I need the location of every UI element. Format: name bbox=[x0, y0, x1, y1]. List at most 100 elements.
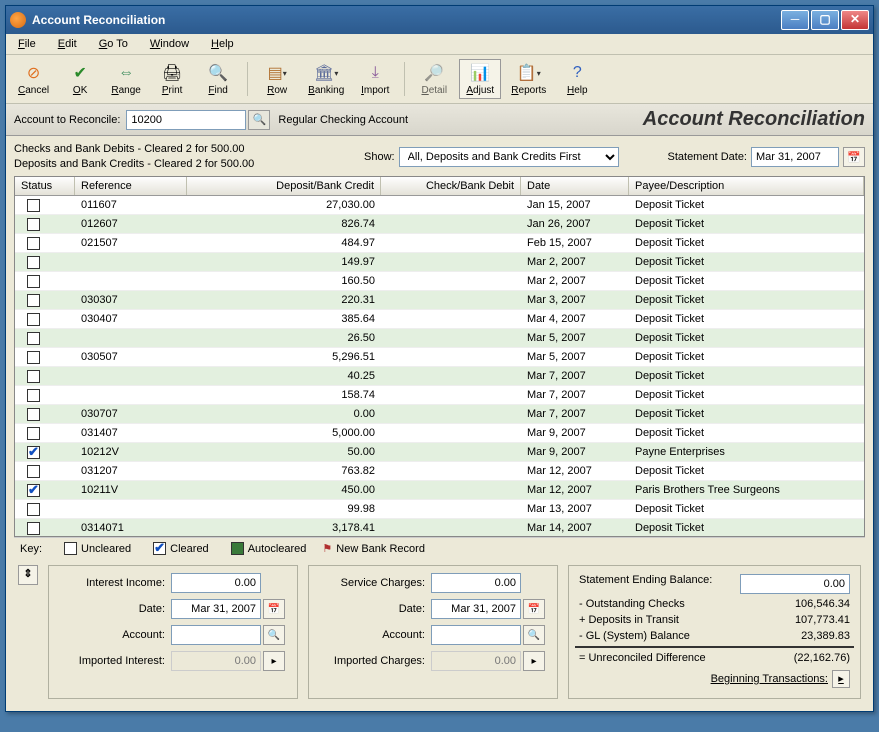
status-checkbox[interactable] bbox=[27, 446, 40, 459]
account-input[interactable] bbox=[126, 110, 246, 130]
interest-account-lookup-button[interactable]: 🔍 bbox=[263, 625, 285, 645]
table-row[interactable]: 030307220.31Mar 3, 2007Deposit Ticket bbox=[15, 291, 864, 310]
table-row[interactable]: 012607826.74Jan 26, 2007Deposit Ticket bbox=[15, 215, 864, 234]
close-button[interactable]: ✕ bbox=[841, 10, 869, 30]
reports-button[interactable]: 📋Reports bbox=[505, 60, 552, 98]
key-autocleared: Autocleared bbox=[248, 543, 307, 555]
status-checkbox[interactable] bbox=[27, 503, 40, 516]
minimize-button[interactable]: ─ bbox=[781, 10, 809, 30]
status-checkbox[interactable] bbox=[27, 427, 40, 440]
service-charges-input[interactable] bbox=[431, 573, 521, 593]
col-deposit[interactable]: Deposit/Bank Credit bbox=[187, 177, 381, 195]
status-checkbox[interactable] bbox=[27, 484, 40, 497]
charges-date-cal-button[interactable]: 📅 bbox=[523, 599, 545, 619]
col-date[interactable]: Date bbox=[521, 177, 629, 195]
cell-payee: Deposit Ticket bbox=[629, 502, 864, 516]
table-row[interactable]: 0307070.00Mar 7, 2007Deposit Ticket bbox=[15, 405, 864, 424]
table-row[interactable]: 021507484.97Feb 15, 2007Deposit Ticket bbox=[15, 234, 864, 253]
calendar-icon: 📅 bbox=[847, 151, 861, 164]
status-checkbox[interactable] bbox=[27, 313, 40, 326]
cancel-button[interactable]: ⊘Cancel bbox=[12, 60, 55, 98]
import-button[interactable]: ⤓Import bbox=[354, 60, 396, 98]
interest-date-input[interactable] bbox=[171, 599, 261, 619]
help-button[interactable]: ?Help bbox=[556, 60, 598, 98]
row-button[interactable]: ▤Row bbox=[256, 60, 298, 98]
status-checkbox[interactable] bbox=[27, 256, 40, 269]
col-reference[interactable]: Reference bbox=[75, 177, 187, 195]
imported-charges-label: Imported Charges: bbox=[315, 655, 431, 667]
account-name: Regular Checking Account bbox=[278, 114, 408, 126]
table-row[interactable]: 149.97Mar 2, 2007Deposit Ticket bbox=[15, 253, 864, 272]
table-row[interactable]: 26.50Mar 5, 2007Deposit Ticket bbox=[15, 329, 864, 348]
menu-help[interactable]: Help bbox=[207, 36, 238, 52]
cell-reference bbox=[75, 280, 187, 282]
ok-button[interactable]: ✔OK bbox=[59, 60, 101, 98]
interest-account-input[interactable] bbox=[171, 625, 261, 645]
charges-date-input[interactable] bbox=[431, 599, 521, 619]
stmt-ending-input[interactable] bbox=[740, 574, 850, 594]
table-row[interactable]: 10211V450.00Mar 12, 2007Paris Brothers T… bbox=[15, 481, 864, 500]
interest-income-input[interactable] bbox=[171, 573, 261, 593]
col-status[interactable]: Status bbox=[15, 177, 75, 195]
table-row[interactable]: 0305075,296.51Mar 5, 2007Deposit Ticket bbox=[15, 348, 864, 367]
table-row[interactable]: 030407385.64Mar 4, 2007Deposit Ticket bbox=[15, 310, 864, 329]
cell-deposit: 5,000.00 bbox=[187, 426, 381, 440]
status-checkbox[interactable] bbox=[27, 465, 40, 478]
table-row[interactable]: 99.98Mar 13, 2007Deposit Ticket bbox=[15, 500, 864, 519]
print-button[interactable]: 🖨Print bbox=[151, 60, 193, 98]
menu-edit[interactable]: Edit bbox=[54, 36, 81, 52]
table-row[interactable]: 031207763.82Mar 12, 2007Deposit Ticket bbox=[15, 462, 864, 481]
table-row[interactable]: 160.50Mar 2, 2007Deposit Ticket bbox=[15, 272, 864, 291]
table-row[interactable]: 158.74Mar 7, 2007Deposit Ticket bbox=[15, 386, 864, 405]
statement-date-calendar-button[interactable]: 📅 bbox=[843, 147, 865, 167]
interest-date-cal-button[interactable]: 📅 bbox=[263, 599, 285, 619]
charges-account-input[interactable] bbox=[431, 625, 521, 645]
status-checkbox[interactable] bbox=[27, 275, 40, 288]
detail-button[interactable]: 🔎Detail bbox=[413, 60, 455, 98]
account-lookup-button[interactable]: 🔍 bbox=[248, 110, 270, 130]
banking-button[interactable]: 🏛Banking bbox=[302, 60, 350, 98]
status-checkbox[interactable] bbox=[27, 199, 40, 212]
menu-window[interactable]: Window bbox=[146, 36, 193, 52]
beginning-transactions-link[interactable]: Beginning Transactions: bbox=[711, 673, 828, 685]
cell-reference bbox=[75, 394, 187, 396]
statement-date-input[interactable] bbox=[751, 147, 839, 167]
titlebar[interactable]: Account Reconciliation ─ ▢ ✕ bbox=[6, 6, 873, 34]
show-select[interactable]: All, Deposits and Bank Credits First bbox=[399, 147, 619, 167]
status-checkbox[interactable] bbox=[27, 351, 40, 364]
adjust-button[interactable]: 📊Adjust bbox=[459, 59, 501, 99]
cell-payee: Deposit Ticket bbox=[629, 407, 864, 421]
cleared-icon bbox=[153, 542, 166, 555]
find-button[interactable]: 🔍Find bbox=[197, 60, 239, 98]
table-row[interactable]: 01160727,030.00Jan 15, 2007Deposit Ticke… bbox=[15, 196, 864, 215]
status-checkbox[interactable] bbox=[27, 237, 40, 250]
status-checkbox[interactable] bbox=[27, 294, 40, 307]
beginning-transactions-button[interactable]: ▸ bbox=[832, 670, 850, 688]
grid-body[interactable]: 01160727,030.00Jan 15, 2007Deposit Ticke… bbox=[15, 196, 864, 536]
menubar: File Edit Go To Window Help bbox=[6, 34, 873, 55]
status-checkbox[interactable] bbox=[27, 370, 40, 383]
imported-charges-arrow-button[interactable]: ▸ bbox=[523, 651, 545, 671]
status-checkbox[interactable] bbox=[27, 408, 40, 421]
menu-file[interactable]: File bbox=[14, 36, 40, 52]
table-row[interactable]: 0314075,000.00Mar 9, 2007Deposit Ticket bbox=[15, 424, 864, 443]
status-checkbox[interactable] bbox=[27, 332, 40, 345]
cell-reference: 10212V bbox=[75, 445, 187, 459]
status-checkbox[interactable] bbox=[27, 389, 40, 402]
status-checkbox[interactable] bbox=[27, 218, 40, 231]
table-row[interactable]: 10212V50.00Mar 9, 2007Payne Enterprises bbox=[15, 443, 864, 462]
col-check[interactable]: Check/Bank Debit bbox=[381, 177, 521, 195]
range-button[interactable]: ⇔Range bbox=[105, 60, 147, 98]
charges-account-lookup-button[interactable]: 🔍 bbox=[523, 625, 545, 645]
cell-date: Mar 12, 2007 bbox=[521, 483, 629, 497]
table-row[interactable]: 40.25Mar 7, 2007Deposit Ticket bbox=[15, 367, 864, 386]
menu-goto[interactable]: Go To bbox=[95, 36, 132, 52]
cell-date: Mar 9, 2007 bbox=[521, 426, 629, 440]
table-row[interactable]: 03140713,178.41Mar 14, 2007Deposit Ticke… bbox=[15, 519, 864, 536]
maximize-button[interactable]: ▢ bbox=[811, 10, 839, 30]
imported-interest-arrow-button[interactable]: ▸ bbox=[263, 651, 285, 671]
status-checkbox[interactable] bbox=[27, 522, 40, 535]
collapse-button[interactable]: ⇕ bbox=[18, 565, 38, 585]
col-payee[interactable]: Payee/Description bbox=[629, 177, 864, 195]
cell-payee: Payne Enterprises bbox=[629, 445, 864, 459]
